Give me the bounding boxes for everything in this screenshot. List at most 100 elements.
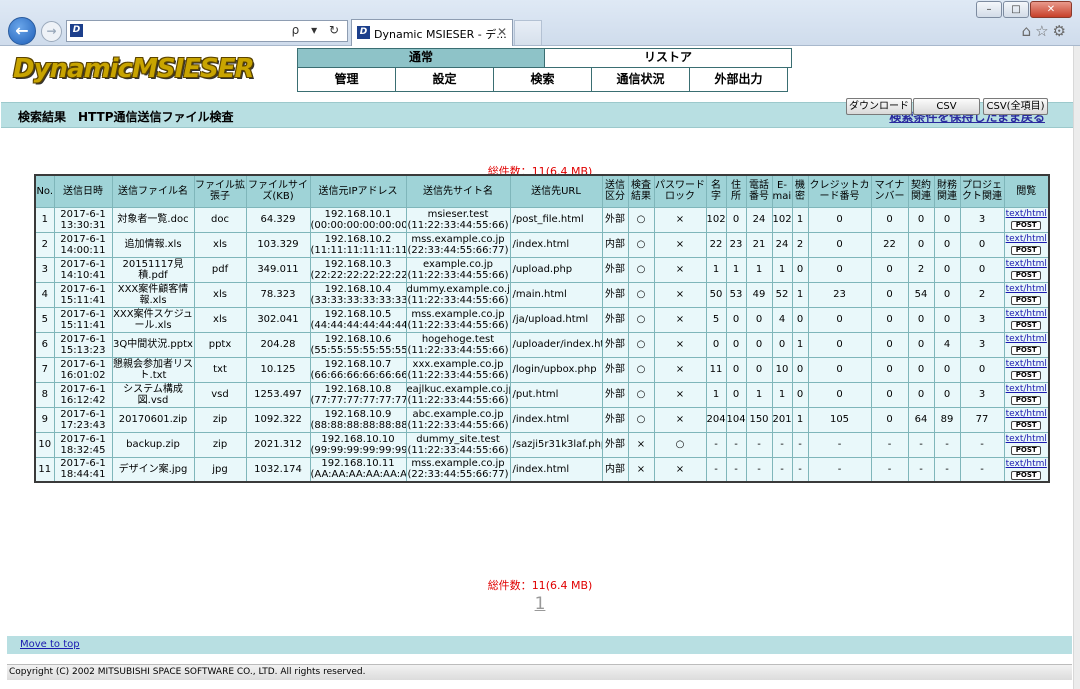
post-button[interactable]: POST	[1011, 346, 1042, 355]
tab-restore[interactable]: リストア	[544, 48, 792, 68]
view-link[interactable]: text/html	[1005, 259, 1048, 269]
tab-favicon-icon: D	[357, 26, 370, 39]
cell-credit: 0	[807, 256, 872, 283]
cell-ext: txt	[193, 356, 247, 383]
copyright: Copyright (C) 2002 MITSUBISHI SPACE SOFT…	[7, 664, 1072, 680]
tab-normal[interactable]: 通常	[297, 48, 545, 68]
view-link[interactable]: text/html	[1005, 409, 1048, 419]
view-link[interactable]: text/html	[1005, 359, 1048, 369]
menu-item-settings[interactable]: 設定	[395, 67, 494, 92]
new-tab-button[interactable]	[514, 20, 542, 45]
table-row: 1 2017-6-1 13:30:31 対象者一覧.doc doc 64.329 192.1…	[34, 206, 1050, 233]
cell-keiyaku: 64	[907, 406, 935, 433]
cell-zaimu: 0	[933, 381, 961, 408]
close-icon[interactable]: ✕	[1030, 1, 1072, 18]
cell-kensa: ○	[627, 406, 655, 433]
cell-pw: ×	[653, 281, 707, 308]
gear-icon[interactable]: ⚙	[1053, 22, 1070, 40]
post-button[interactable]: POST	[1011, 271, 1042, 280]
cell-kimitsu: 0	[791, 306, 809, 333]
cell-time-text: 15:11:41	[60, 319, 106, 331]
post-button[interactable]: POST	[1011, 221, 1042, 230]
menu-item-traffic-status[interactable]: 通信状況	[591, 67, 690, 92]
view-link[interactable]: text/html	[1005, 384, 1048, 394]
cell-credit: 105	[807, 406, 872, 433]
menu-item-export[interactable]: 外部出力	[689, 67, 788, 92]
cell-time-text: 13:30:31	[60, 219, 106, 231]
cell-addr: 0	[725, 206, 747, 233]
menu-item-search[interactable]: 検索	[493, 67, 592, 92]
forward-arrow-icon[interactable]: →	[41, 21, 62, 42]
cell-pw: ×	[653, 231, 707, 258]
cell-date: 2017-6-1 14:10:41	[53, 256, 113, 283]
download-button[interactable]: ダウンロード	[846, 98, 912, 115]
maximize-icon[interactable]: □	[1003, 1, 1029, 18]
home-icon[interactable]: ⌂	[1022, 22, 1036, 40]
cell-view: text/html POST	[1003, 281, 1050, 308]
cell-keiyaku: 0	[907, 356, 935, 383]
cell-ip-text: 192.168.10.4	[324, 283, 392, 295]
cell-url: /post_file.html	[509, 206, 603, 233]
col-tel: 電話番号	[745, 174, 773, 208]
cell-url: /main.html	[509, 281, 603, 308]
view-link[interactable]: text/html	[1005, 309, 1048, 319]
cell-kubun: 外部	[601, 256, 629, 283]
tab-close-icon[interactable]: ✕	[497, 25, 507, 39]
main-menu: 通常 リストア 管理 設定 検索 通信状況 外部出力	[297, 48, 792, 92]
post-button[interactable]: POST	[1011, 470, 1042, 480]
view-link[interactable]: text/html	[1005, 209, 1048, 219]
cell-ip-text: 192.168.10.1	[324, 208, 392, 220]
post-button[interactable]: POST	[1011, 421, 1042, 430]
post-button[interactable]: POST	[1011, 321, 1042, 330]
view-link[interactable]: text/html	[1005, 459, 1048, 469]
cell-ext: pdf	[193, 256, 247, 283]
back-arrow-icon[interactable]: ←	[8, 17, 36, 45]
cell-view: text/html POST	[1003, 256, 1050, 283]
post-button[interactable]: POST	[1011, 371, 1042, 380]
view-link[interactable]: text/html	[1005, 234, 1048, 244]
cell-zaimu: 89	[933, 406, 961, 433]
cell-addr: 0	[725, 306, 747, 333]
view-link[interactable]: text/html	[1005, 334, 1048, 344]
pager-bottom-page[interactable]: 1	[0, 594, 1080, 614]
cell-view: text/html POST	[1003, 381, 1050, 408]
cell-zaimu: 0	[933, 231, 961, 258]
address-bar[interactable]: D ρ ▾ ↻	[66, 20, 348, 42]
col-kimitsu: 機密	[791, 174, 809, 208]
vertical-scrollbar[interactable]	[1073, 46, 1080, 689]
cell-date: 2017-6-1 18:44:41	[53, 456, 113, 483]
address-tools[interactable]: ρ ▾ ↻	[292, 23, 343, 37]
cell-credit: 0	[807, 331, 872, 358]
post-button[interactable]: POST	[1011, 296, 1042, 305]
menu-item-admin[interactable]: 管理	[297, 67, 396, 92]
cell-file: 3Q中間状況.pptx	[111, 331, 195, 358]
cell-url: /uploader/index.html	[509, 331, 603, 358]
col-url: 送信先URL	[509, 174, 603, 208]
cell-date-text: 2017-6-1	[60, 333, 106, 345]
minimize-icon[interactable]: –	[976, 1, 1002, 18]
cell-name: -	[705, 431, 727, 458]
cell-pw: ×	[653, 381, 707, 408]
cell-keiyaku: 0	[907, 331, 935, 358]
cell-site-text: dummy.example.co.jp	[406, 283, 510, 295]
cell-tel: 0	[745, 331, 773, 358]
move-to-top-link[interactable]: Move to top	[20, 639, 80, 650]
cell-date: 2017-6-1 14:00:11	[53, 231, 113, 258]
view-link[interactable]: text/html	[1005, 434, 1048, 444]
post-button[interactable]: POST	[1011, 446, 1042, 455]
cell-project: 2	[959, 281, 1005, 308]
view-link[interactable]: text/html	[1005, 284, 1048, 294]
cell-date-text: 2017-6-1	[60, 233, 106, 245]
star-icon[interactable]: ☆	[1035, 22, 1052, 40]
cell-kensa: ○	[627, 356, 655, 383]
post-button[interactable]: POST	[1011, 396, 1042, 405]
cell-name: 1	[705, 381, 727, 408]
cell-tel: 21	[745, 231, 773, 258]
csv-button[interactable]: CSV	[913, 98, 980, 115]
cell-project: 0	[959, 231, 1005, 258]
csv-all-button[interactable]: CSV(全項目)	[983, 98, 1048, 115]
post-button[interactable]: POST	[1011, 246, 1042, 255]
cell-ip: 192.168.10.3 (22:22:22:22:22:22)	[309, 256, 407, 283]
browser-tab[interactable]: D Dynamic MSIESER - デ... ✕	[351, 19, 513, 46]
cell-kensa: ○	[627, 231, 655, 258]
